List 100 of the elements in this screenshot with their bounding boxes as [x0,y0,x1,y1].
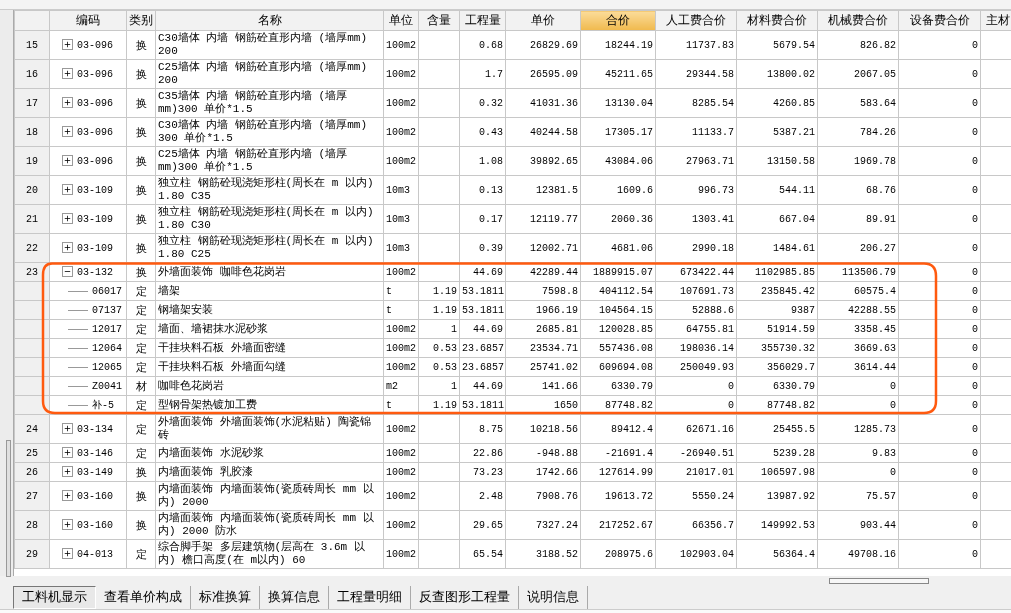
table-cell: 13150.58 [736,146,818,176]
item-code: 03-096 [77,96,113,110]
expand-icon[interactable] [62,38,73,50]
table-cell: 13800.02 [736,59,818,89]
table-cell: 0 [898,539,981,569]
tree-line [68,404,88,406]
table-cell: 1285.73 [817,414,899,444]
expand-icon[interactable] [62,241,73,253]
table-cell: 18244.19 [580,30,656,60]
expand-icon[interactable] [62,183,73,195]
table-cell: 784.26 [817,117,899,147]
row-number: 22 [14,233,50,263]
item-code: 03-149 [77,465,113,479]
table-cell: 0 [898,88,981,118]
scrollbar[interactable] [6,440,11,577]
column-header[interactable]: 人工费合价 [655,10,737,31]
column-header[interactable]: 编码 [49,10,127,31]
table-cell: 3188.52 [505,539,581,569]
expand-icon[interactable] [62,154,73,166]
column-header[interactable]: 主材 [980,10,1011,31]
expand-icon[interactable] [62,465,73,477]
tree-line [68,347,88,349]
column-header[interactable]: 名称 [155,10,384,31]
column-header[interactable]: 合价 [580,10,656,31]
row-number: 17 [14,88,50,118]
item-code: 03-109 [77,241,113,255]
table-cell: 内墙面装饰 内墙面装饰(瓷质砖周长 mm 以内) 2000 [155,481,384,511]
table-cell: 39892.65 [505,146,581,176]
item-code: 03-096 [77,125,113,139]
row-number: 29 [14,539,50,569]
item-code: 03-109 [77,183,113,197]
item-code: 03-096 [77,67,113,81]
table-cell: 667.04 [736,204,818,234]
column-header[interactable]: 机械费合价 [817,10,899,31]
item-code: 03-160 [77,518,113,532]
item-code: 03-146 [77,446,113,460]
expand-icon[interactable] [62,125,73,137]
table-cell: 0 [898,204,981,234]
table-cell: 13130.04 [580,88,656,118]
column-header[interactable]: 单位 [383,10,419,31]
expand-icon[interactable] [62,489,73,501]
table-cell: 12002.71 [505,233,581,263]
table-cell: 0 [898,175,981,205]
table-cell: C25墙体 内墙 钢筋砼直形内墙 (墙厚mm)300 单价*1.5 [155,146,384,176]
table-cell: 17305.17 [580,117,656,147]
table-cell: 826.82 [817,30,899,60]
table-cell: 2060.36 [580,204,656,234]
item-code: 03-109 [77,212,113,226]
table-cell: 0 [898,414,981,444]
table-cell: 1609.6 [580,175,656,205]
table-cell: 544.11 [736,175,818,205]
table-cell: 5387.21 [736,117,818,147]
table-cell: 8285.54 [655,88,737,118]
expand-icon[interactable] [62,518,73,530]
expand-icon[interactable] [62,547,73,559]
tree-line [68,385,88,387]
table-cell: 12381.5 [505,175,581,205]
column-header[interactable]: 材料费合价 [736,10,818,31]
table-cell: 49708.16 [817,539,899,569]
collapse-icon[interactable] [62,265,73,277]
column-header[interactable]: 工程量 [459,10,506,31]
scrollbar-thumb[interactable] [829,578,929,584]
table-cell: 27963.71 [655,146,737,176]
expand-icon[interactable] [62,212,73,224]
expand-icon[interactable] [62,96,73,108]
table-cell: 0 [898,481,981,511]
table-cell: 2990.18 [655,233,737,263]
expand-icon[interactable] [62,422,73,434]
table-cell: 29344.58 [655,59,737,89]
row-number: 15 [14,30,50,60]
row-number: 16 [14,59,50,89]
table-cell: 综合脚手架 多层建筑物(层高在 3.6m 以内) 檐口高度(在 m以内) 60 [155,539,384,569]
column-header[interactable]: 单价 [505,10,581,31]
column-header[interactable]: 类别 [126,10,156,31]
item-code: 07137 [92,303,122,317]
row-number: 18 [14,117,50,147]
item-code: 12065 [92,360,122,374]
tab[interactable]: 工料机显示 [13,586,96,609]
table-cell: 43084.06 [580,146,656,176]
tree-line [68,328,88,330]
table-cell: C30墙体 内墙 钢筋砼直形内墙 (墙厚mm) 200 [155,30,384,60]
table-cell: 89.91 [817,204,899,234]
table-cell: 1303.41 [655,204,737,234]
table-cell: 26595.09 [505,59,581,89]
expand-icon[interactable] [62,67,73,79]
table-cell: 62671.16 [655,414,737,444]
table-cell: 41031.36 [505,88,581,118]
tree-line [68,309,88,311]
item-code: 12017 [92,322,122,336]
table-cell: 0 [898,510,981,540]
column-header[interactable]: 设备费合价 [898,10,981,31]
expand-icon[interactable] [62,446,73,458]
item-code: 03-096 [77,38,113,52]
table-cell: 149992.53 [736,510,818,540]
column-header[interactable]: 含量 [418,10,460,31]
table-cell: 独立柱 钢筋砼现浇矩形柱(周长在 m 以内) 1.80 C25 [155,233,384,263]
table-cell: 1484.61 [736,233,818,263]
item-code: 补-5 [92,398,114,412]
row-number: 27 [14,481,50,511]
row-number: 20 [14,175,50,205]
